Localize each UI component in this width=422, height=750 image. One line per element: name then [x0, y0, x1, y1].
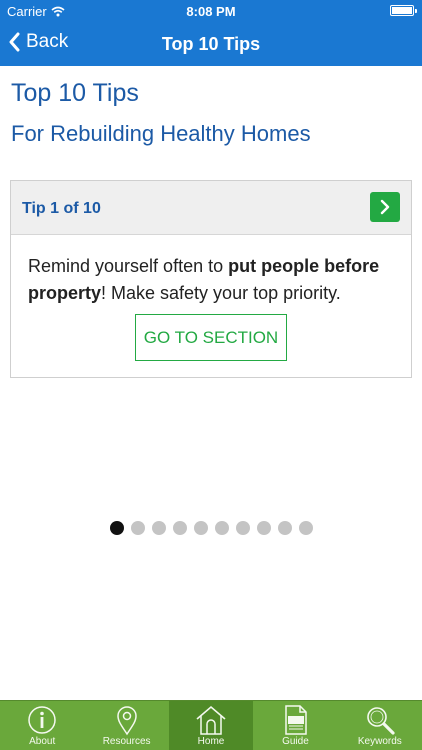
page-indicator[interactable] [0, 521, 422, 535]
page-title: Top 10 Tips [11, 79, 139, 107]
tip-text: Remind yourself often to put people befo… [11, 235, 411, 307]
tab-label: Keywords [357, 736, 402, 747]
page-dot[interactable] [193, 521, 208, 535]
tab-label: About [29, 736, 56, 747]
page-subtitle: For Rebuilding Healthy Homes [11, 121, 311, 146]
tip-text-end: ! Make safety your top priority. [101, 283, 341, 303]
status-bar: Carrier 8:08 PM [0, 0, 422, 22]
tip-counter: Tip 1 of 10 [22, 200, 101, 217]
tab-label: Home [197, 736, 225, 747]
page-dot[interactable] [151, 521, 166, 535]
pdf-icon [285, 705, 308, 735]
tab-keywords[interactable]: Keywords [338, 701, 422, 750]
page-dot[interactable] [214, 521, 229, 535]
status-time: 8:08 PM [186, 4, 236, 19]
next-tip-button[interactable] [370, 192, 400, 222]
navigation-bar: Back Top 10 Tips [0, 22, 422, 66]
page-dot[interactable] [298, 521, 313, 535]
tip-text-start: Remind yourself often to [28, 256, 229, 276]
battery-icon [390, 5, 417, 16]
nav-title: Top 10 Tips [161, 34, 261, 54]
tab-label: Resources [102, 736, 151, 747]
page-dot[interactable] [109, 521, 124, 535]
tab-guide[interactable]: Guide [253, 701, 337, 750]
tab-home[interactable]: Home [168, 701, 254, 750]
page-dot[interactable] [235, 521, 250, 535]
page-dot[interactable] [277, 521, 292, 535]
tip-card: Tip 1 of 10 Remind yourself often to put… [10, 180, 412, 378]
page-dot[interactable] [130, 521, 145, 535]
tip-card-header: Tip 1 of 10 [11, 181, 411, 235]
chevron-right-icon [380, 199, 390, 215]
magnifier-icon [367, 707, 395, 735]
map-pin-icon [116, 706, 137, 736]
page-dot[interactable] [256, 521, 271, 535]
info-icon [28, 706, 56, 734]
tab-label: Guide [282, 736, 309, 747]
tab-resources[interactable]: Resources [84, 701, 168, 750]
home-icon [196, 705, 226, 735]
go-to-section-button[interactable]: GO TO SECTION [135, 314, 287, 361]
tab-about[interactable]: About [0, 701, 84, 750]
tab-bar: About Resources Home Guide Keywords [0, 700, 422, 750]
page-dot[interactable] [172, 521, 187, 535]
top-bar: Carrier 8:08 PM Back Top 10 Tips [0, 0, 422, 66]
